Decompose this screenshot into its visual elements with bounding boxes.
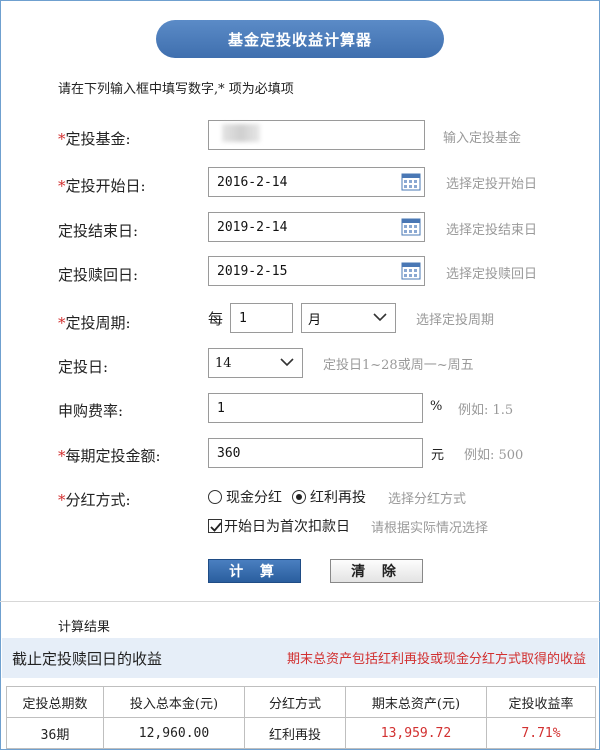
amount-input[interactable]: 360 [208,438,423,468]
period-prefix: 每 [208,310,224,328]
col-return-rate: 定投收益率 [486,686,596,718]
start-desc: 选择定投开始日 [446,177,538,192]
amount-unit: 元 [431,448,445,463]
chevron-down-icon [373,313,387,322]
fee-input[interactable]: 1 [208,393,423,423]
redeem-date-input[interactable]: 2019-2-15 [208,256,425,286]
first-debit-desc: 请根据实际情况选择 [371,521,489,536]
cell-principal: 12,960.00 [103,717,245,749]
end-label: 定投结束日: [58,222,139,240]
radio-reinvest-dividend[interactable] [292,490,306,504]
start-date-input[interactable]: 2016-2-14 [208,167,425,197]
calendar-icon[interactable] [401,172,421,192]
col-dividend-mode: 分红方式 [244,686,346,718]
radio-cash-dividend[interactable] [208,490,222,504]
start-label: *定投开始日: [58,177,146,195]
redeem-label: 定投赎回日: [58,266,139,284]
reinvest-dividend-label: 红利再投 [310,490,366,506]
cash-dividend-label: 现金分红 [226,490,282,506]
chevron-down-icon [280,358,294,367]
instructions: 请在下列输入框中填写数字,* 项为必填项 [58,82,294,97]
fund-desc: 输入定投基金 [443,131,522,146]
period-count-input[interactable]: 1 [230,303,293,333]
period-label: *定投周期: [58,314,131,332]
period-unit-value: 月 [308,312,322,328]
end-date-value: 2019-2-14 [217,219,288,235]
day-select[interactable]: 14 [208,348,303,378]
calendar-icon[interactable] [401,217,421,237]
checkmark-icon [210,522,222,532]
fee-unit: % [430,399,443,414]
amount-desc: 例如: 500 [464,448,524,463]
period-unit-select[interactable]: 月 [301,303,396,333]
fee-desc: 例如: 1.5 [458,403,514,418]
calendar-icon[interactable] [401,261,421,281]
result-note: 期末总资产包括红利再投或现金分红方式取得的收益 [286,652,586,667]
redeem-date-value: 2019-2-15 [217,263,288,279]
result-table: 定投总期数 投入总本金(元) 分红方式 期末总资产(元) 定投收益率 36期 1… [6,686,596,749]
end-desc: 选择定投结束日 [446,223,538,238]
start-date-value: 2016-2-14 [217,174,288,190]
cell-return-rate: 7.71% [486,717,596,749]
table-row: 36期 12,960.00 红利再投 13,959.72 7.71% [6,717,596,749]
period-desc: 选择定投周期 [416,313,495,328]
divider [0,601,600,602]
result-header-band: 截止定投赎回日的收益 期末总资产包括红利再投或现金分红方式取得的收益 [2,638,598,678]
redacted-fund-name [222,124,260,142]
result-section-title: 计算结果 [58,620,111,635]
fund-label: *定投基金: [58,130,131,148]
dividend-label: *分红方式: [58,491,131,509]
dividend-desc: 选择分红方式 [388,492,467,507]
cell-periods: 36期 [6,717,104,749]
fee-label: 申购费率: [58,402,124,420]
first-debit-checkbox[interactable] [208,519,222,533]
amount-label: *每期定投金额: [58,447,161,465]
required-mark: * [58,130,66,148]
table-header-row: 定投总期数 投入总本金(元) 分红方式 期末总资产(元) 定投收益率 [6,686,596,718]
col-final-assets: 期末总资产(元) [345,686,487,718]
cell-final-assets: 13,959.72 [345,717,487,749]
calculate-button[interactable]: 计 算 [208,559,301,583]
col-periods: 定投总期数 [6,686,104,718]
day-desc: 定投日1~28或周一~周五 [323,358,474,373]
page-title: 基金定投收益计算器 [156,20,444,58]
end-date-input[interactable]: 2019-2-14 [208,212,425,242]
first-debit-label: 开始日为首次扣款日 [224,519,350,535]
result-heading: 截止定投赎回日的收益 [12,650,163,668]
cell-dividend-mode: 红利再投 [244,717,346,749]
day-value: 14 [215,355,232,371]
col-principal: 投入总本金(元) [103,686,245,718]
clear-button[interactable]: 清 除 [330,559,423,583]
day-label: 定投日: [58,358,109,376]
redeem-desc: 选择定投赎回日 [446,267,538,282]
